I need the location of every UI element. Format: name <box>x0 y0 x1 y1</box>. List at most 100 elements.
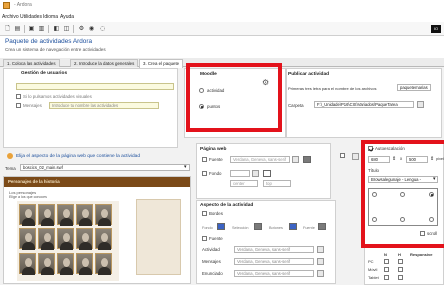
menu-archivo[interactable]: Archivo <box>2 14 19 20</box>
statement-font-label: Enunciado <box>202 271 223 276</box>
settings-icon[interactable]: ⚙ <box>77 25 86 33</box>
responsive-header-n: N <box>384 252 387 257</box>
pc-n-checkbox[interactable] <box>384 259 389 264</box>
height-stepper[interactable]: ⇕ <box>430 156 434 162</box>
webpage-background-color[interactable] <box>263 170 271 177</box>
undo-icon[interactable]: ◧ <box>52 25 61 33</box>
moodle-activity-label: actividad <box>207 88 225 93</box>
webpage-font-color[interactable] <box>303 156 311 163</box>
theme-preview: Personajes de la historia Los personajes… <box>3 176 191 284</box>
extra-button[interactable] <box>352 153 359 160</box>
mobile-h-checkbox[interactable] <box>398 267 403 272</box>
position-bottom-center-radio[interactable] <box>400 217 405 222</box>
publish-name-input[interactable]: paquetemarias <box>397 84 431 91</box>
folder-browse-button[interactable] <box>417 101 424 108</box>
exit-button[interactable]: IO <box>431 25 441 33</box>
portrait-image <box>95 228 112 250</box>
portrait-image <box>76 228 93 250</box>
activity-font-input[interactable]: Verdana, Geneva, sans-serif <box>234 246 314 253</box>
message-label: Mensajes <box>23 103 42 108</box>
font-color-swatch[interactable] <box>318 223 326 230</box>
pc-h-checkbox[interactable] <box>398 259 403 264</box>
position-bottom-right-radio[interactable] <box>429 217 434 222</box>
preview-header: Personajes de la historia <box>4 177 190 187</box>
width-stepper[interactable]: ⇕ <box>392 156 396 162</box>
position-top-left-radio[interactable] <box>372 192 377 197</box>
webpage-font-input[interactable]: Verdana, Geneva, sans-serif <box>230 156 290 163</box>
tab-create-package[interactable]: 3. Crea el paquete <box>139 59 184 68</box>
save-icon[interactable]: ▣ <box>27 25 36 33</box>
message-checkbox[interactable] <box>16 103 21 108</box>
position-top-center-radio[interactable] <box>400 192 405 197</box>
menu-ayuda[interactable]: Ayuda <box>60 14 74 20</box>
position-bottom-left-radio[interactable] <box>372 217 377 222</box>
position-grid[interactable] <box>368 188 438 226</box>
activity-aspect-panel: Aspecto de la actividad Bordes Fondo Sel… <box>196 200 336 284</box>
statement-font-button[interactable] <box>317 270 324 277</box>
color-label-selection: Selección <box>232 226 249 230</box>
page-header: Paquete de actividades Ardora Crea un si… <box>0 36 444 58</box>
tablet-n-checkbox[interactable] <box>384 275 389 280</box>
paste-icon[interactable]: ◫ <box>62 25 71 33</box>
title-label: Título <box>368 168 379 173</box>
webpage-background-button[interactable] <box>252 170 259 177</box>
webpage-background-input[interactable] <box>230 170 250 177</box>
messages-font-button[interactable] <box>317 258 324 265</box>
extra-checkbox[interactable] <box>340 153 345 158</box>
message-input[interactable]: Introduce tu nombre las actividades <box>49 102 159 109</box>
new-icon[interactable]: 🗋 <box>3 25 12 33</box>
preview-caption: Elige a los que conoces <box>9 195 47 199</box>
autoscale-checkbox[interactable] <box>368 146 373 151</box>
webpage-font-button[interactable] <box>292 156 299 163</box>
chevron-down-icon[interactable]: ▾ <box>184 164 187 170</box>
webpage-font-checkbox[interactable] <box>202 157 207 162</box>
webpage-background-checkbox[interactable] <box>202 171 207 176</box>
responsive-header: Responsive <box>410 252 433 257</box>
portrait-image <box>57 228 74 250</box>
webpage-align-select[interactable]: center <box>230 180 258 187</box>
font-check-label: Fuente <box>209 236 223 241</box>
buttons-color-swatch[interactable] <box>289 223 297 230</box>
selection-color-swatch[interactable] <box>254 223 262 230</box>
help-icon[interactable]: ◌ <box>98 25 107 33</box>
moodle-activity-radio[interactable] <box>199 88 204 93</box>
tab-activities[interactable]: 1. Coloca las actividades <box>3 59 60 67</box>
visual-activities-label: Si lo pulsamos actividades visuales <box>23 94 92 99</box>
preview-grid <box>17 201 119 281</box>
tablet-h-checkbox[interactable] <box>398 275 403 280</box>
scroll-checkbox[interactable] <box>420 231 425 236</box>
mobile-n-checkbox[interactable] <box>384 267 389 272</box>
color-label-background: Fondo <box>202 226 213 230</box>
menu-utilidades[interactable]: Utilidades <box>20 14 42 20</box>
publish-folder-label: Carpeta <box>288 103 304 108</box>
save-as-icon[interactable]: ▥ <box>37 25 46 33</box>
users-input[interactable] <box>16 83 174 90</box>
theme-select[interactable]: boscics_02_main.swf <box>20 164 190 171</box>
portrait-image <box>57 204 74 226</box>
webpage-valign-select[interactable]: top <box>263 180 291 187</box>
preview-sidepanel <box>136 199 181 275</box>
menu-idioma[interactable]: Idioma <box>43 14 58 20</box>
height-input[interactable]: 500 <box>406 156 428 163</box>
visual-activities-checkbox[interactable] <box>16 94 21 99</box>
webpage-title: Página web <box>200 147 227 152</box>
position-top-right-radio[interactable] <box>429 192 434 197</box>
activity-font-label: Actividad <box>202 247 220 252</box>
messages-font-input[interactable]: Verdana, Geneva, sans-serif <box>234 258 314 265</box>
publish-folder-input[interactable]: F:\_Unidade\P16\CIS\Variados\PaqueTarea <box>314 101 414 108</box>
font-checkbox[interactable] <box>202 236 207 241</box>
statement-font-input[interactable]: Verdana, Geneva, sans-serif <box>234 270 314 277</box>
color-label-font: Fuente <box>303 226 315 230</box>
moodle-points-radio[interactable] <box>199 104 204 109</box>
borders-checkbox[interactable] <box>202 211 207 216</box>
tab-general-data[interactable]: 2. Introduce la datos generales <box>70 59 139 67</box>
app-icon <box>3 2 10 9</box>
width-input[interactable]: 680 <box>368 156 390 163</box>
activity-font-button[interactable] <box>317 246 324 253</box>
open-icon[interactable]: ▤ <box>13 25 22 33</box>
title-select[interactable]: Browsalegunaje - Lengua - <box>368 176 438 183</box>
background-color-swatch[interactable] <box>217 223 225 230</box>
messages-font-label: Mensajes <box>202 259 221 264</box>
preview-icon[interactable]: ◉ <box>87 25 96 33</box>
chevron-down-icon[interactable]: ▾ <box>433 176 436 182</box>
